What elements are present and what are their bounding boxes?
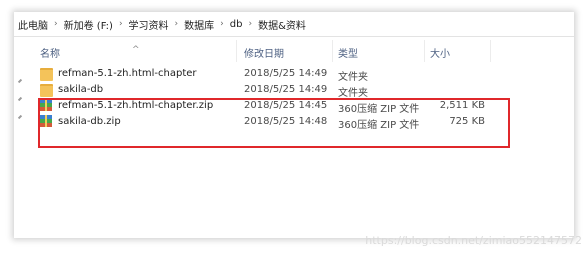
column-header-date[interactable]: 修改日期 <box>244 45 284 60</box>
file-type: 文件夹 <box>338 72 368 83</box>
column-divider[interactable] <box>424 40 425 62</box>
column-header-row: ^ 名称 修改日期 类型 大小 <box>14 38 574 64</box>
folder-icon <box>40 68 53 81</box>
breadcrumb: 此电脑 › 新加卷 (F:) › 学习资料 › 数据库 › db › 数据&资料 <box>14 12 574 37</box>
column-header-size[interactable]: 大小 <box>430 45 450 60</box>
column-header-type[interactable]: 类型 <box>338 45 358 60</box>
column-header-name[interactable]: 名称 <box>40 45 60 60</box>
highlight-box <box>38 98 510 148</box>
file-name: sakila-db <box>58 84 104 95</box>
file-type: 文件夹 <box>338 88 368 99</box>
chevron-right-icon: › <box>174 19 179 29</box>
file-date: 2018/5/25 14:49 <box>244 84 328 95</box>
column-divider[interactable] <box>236 40 237 62</box>
chevron-right-icon: › <box>54 19 58 29</box>
breadcrumb-this-pc[interactable]: 此电脑 <box>18 17 48 32</box>
column-divider[interactable] <box>332 40 333 62</box>
file-date: 2018/5/25 14:49 <box>244 68 328 79</box>
file-name: refman-5.1-zh.html-chapter <box>58 68 197 79</box>
breadcrumb-materials[interactable]: 数据&资料 <box>258 17 306 32</box>
sort-ascending-icon: ^ <box>132 45 140 55</box>
breadcrumb-study[interactable]: 学习资料 <box>129 17 169 32</box>
chevron-right-icon: › <box>220 19 224 29</box>
file-row-refman-folder[interactable]: refman-5.1-zh.html-chapter 2018/5/25 14:… <box>14 66 574 83</box>
file-explorer-window: 此电脑 › 新加卷 (F:) › 学习资料 › 数据库 › db › 数据&资料… <box>14 12 574 238</box>
file-row-sakila-folder[interactable]: sakila-db 2018/5/25 14:49 文件夹 <box>14 82 574 99</box>
breadcrumb-db[interactable]: db <box>230 19 243 30</box>
chevron-right-icon: › <box>248 19 253 29</box>
breadcrumb-database[interactable]: 数据库 <box>184 17 214 32</box>
breadcrumb-drive[interactable]: 新加卷 (F:) <box>64 17 113 32</box>
folder-icon <box>40 84 53 97</box>
chevron-right-icon: › <box>118 19 123 29</box>
watermark: https://blog.csdn.net/zimiao552147572 <box>365 234 582 247</box>
column-divider[interactable] <box>490 40 491 62</box>
